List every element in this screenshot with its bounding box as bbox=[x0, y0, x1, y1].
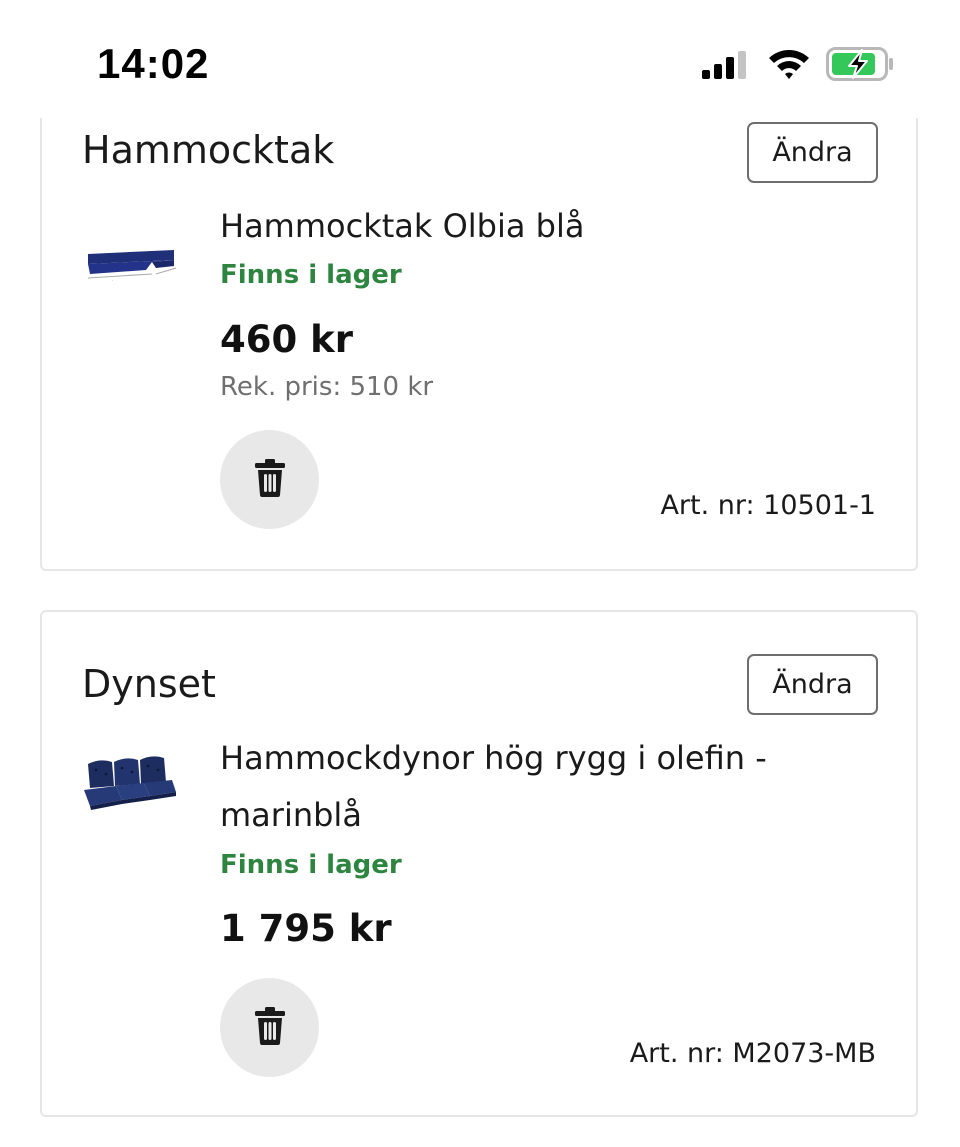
status-time: 14:02 bbox=[97, 40, 210, 87]
battery-charging-icon bbox=[826, 47, 896, 85]
stock-status: Finns i lager bbox=[220, 260, 402, 290]
product-name[interactable]: Hammocktak Olbia blå bbox=[220, 198, 860, 255]
change-button[interactable]: Ändra bbox=[747, 654, 878, 715]
trash-icon bbox=[254, 1006, 286, 1049]
section-title: Hammocktak bbox=[82, 128, 335, 172]
cart-section-dynset: Dynset Ändra Hammockdynor hög rygg i ole… bbox=[40, 610, 918, 1117]
product-image: · bbox=[82, 238, 178, 288]
stock-status: Finns i lager bbox=[220, 850, 402, 880]
delete-button[interactable] bbox=[220, 430, 319, 529]
cellular-signal-icon bbox=[702, 51, 748, 83]
wifi-icon bbox=[767, 46, 811, 84]
section-title: Dynset bbox=[82, 662, 216, 706]
product-price: 460 kr bbox=[220, 318, 353, 361]
article-number: Art. nr: 10501-1 bbox=[660, 490, 876, 521]
svg-text:·: · bbox=[112, 278, 113, 283]
delete-button[interactable] bbox=[220, 978, 319, 1077]
trash-icon bbox=[254, 458, 286, 501]
product-name[interactable]: Hammockdynor hög rygg i olefin - marinbl… bbox=[220, 730, 860, 844]
status-bar: 14:02 bbox=[0, 0, 960, 118]
product-price: 1 795 kr bbox=[220, 907, 392, 950]
recommended-price: Rek. pris: 510 kr bbox=[220, 372, 434, 402]
product-image bbox=[82, 752, 178, 814]
article-number: Art. nr: M2073-MB bbox=[629, 1038, 876, 1069]
cart-section-hammocktak: Hammocktak Ändra · Hammocktak Olbia blå … bbox=[40, 100, 918, 571]
change-button[interactable]: Ändra bbox=[747, 122, 878, 183]
